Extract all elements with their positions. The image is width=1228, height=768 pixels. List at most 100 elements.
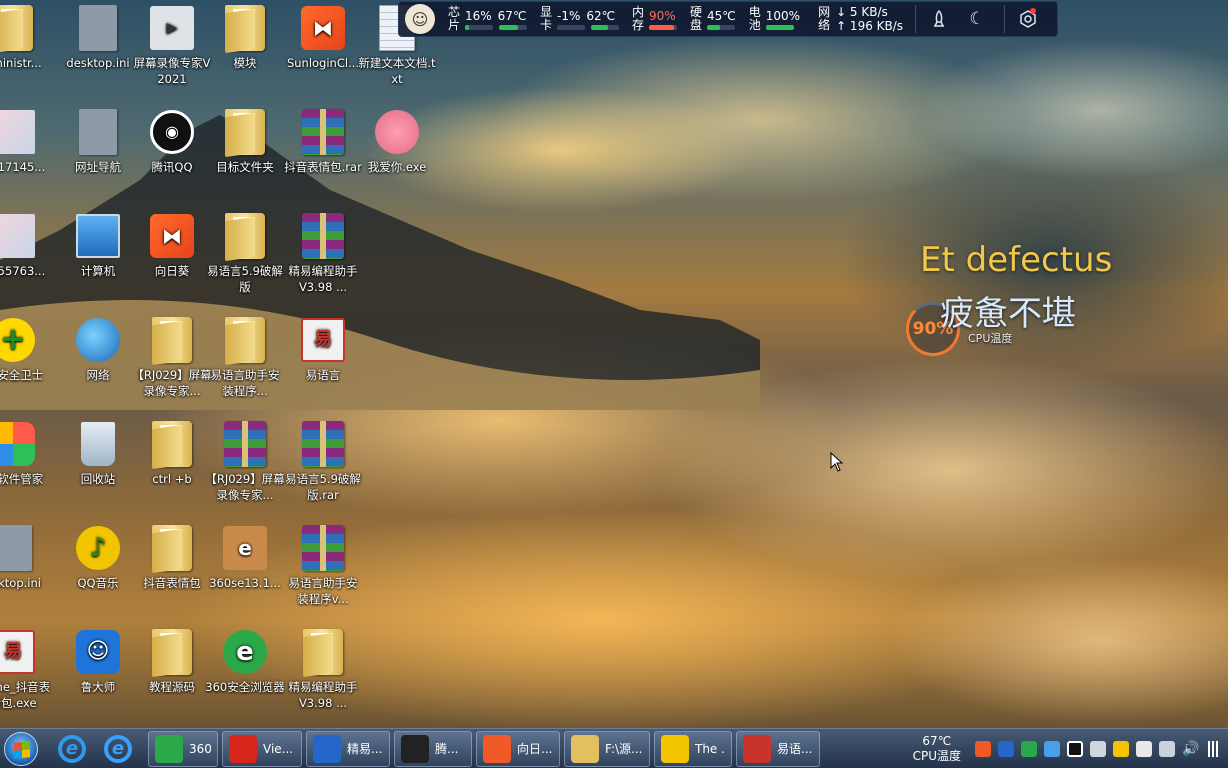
- desktop-icon[interactable]: ctrl +b: [134, 416, 210, 516]
- desktop-icon[interactable]: 精易编程助手 V3.98 ...: [285, 208, 361, 308]
- desktop-icon[interactable]: dministr...: [0, 0, 51, 100]
- monitor-cpu-usage-bar: [465, 24, 493, 30]
- desktop-icon[interactable]: ⧓ SunloginCl...: [285, 0, 361, 100]
- desktop-icon[interactable]: 回收站: [60, 416, 136, 516]
- taskbar-task[interactable]: Vie...: [222, 730, 302, 767]
- monitor-gpu: 显卡 -1% 62℃: [539, 6, 619, 32]
- desktop-icon[interactable]: 模块: [207, 0, 283, 100]
- desktop-icon-label: esktop.ini: [0, 576, 41, 590]
- pinned-ie[interactable]: e: [52, 731, 92, 767]
- desktop-icon-glyph: ⧓: [299, 4, 347, 52]
- network-signal-icon[interactable]: [1205, 741, 1221, 757]
- desktop-icon[interactable]: =317145...: [0, 104, 51, 204]
- tray-sunlogin-icon[interactable]: [975, 741, 991, 757]
- tray-action-center-icon[interactable]: [1159, 741, 1175, 757]
- desktop-icon-glyph: [74, 4, 122, 52]
- desktop-icon-glyph: e: [221, 524, 269, 572]
- desktop-icon-glyph: [0, 108, 37, 156]
- sunlogin-icon: ⧓: [150, 214, 194, 258]
- qq-penguin-icon: ◉: [150, 110, 194, 154]
- desktop-icon[interactable]: ☺ 鲁大师: [60, 624, 136, 724]
- desktop-icon[interactable]: 教程源码: [134, 624, 210, 724]
- monitor-net-down: ↓ 5 KB/s: [836, 5, 888, 19]
- monitor-mem-usage: 90%: [649, 8, 676, 23]
- taskbar-tasks: 360... Vie... 精易... 腾... 向日... F:\源... The ...…: [144, 730, 820, 767]
- desktop-icon[interactable]: 【RJ029】屏幕录像专家...: [132, 312, 212, 412]
- folder-icon: [225, 317, 265, 363]
- desktop-icon[interactable]: ⧓ 向日葵: [134, 208, 210, 308]
- rar-archive-icon: [302, 109, 344, 155]
- taskbar-task[interactable]: The ...: [654, 730, 732, 767]
- taskbar-task[interactable]: F:\源...: [564, 730, 650, 767]
- taskbar-task[interactable]: 腾...: [394, 730, 472, 767]
- start-button[interactable]: [4, 731, 38, 766]
- network-globe-icon: [76, 318, 120, 362]
- desktop-icon[interactable]: esktop.ini: [0, 520, 51, 620]
- desktop-icon[interactable]: desktop.ini: [60, 0, 136, 100]
- folder-icon: [571, 734, 599, 763]
- rocket-icon[interactable]: [924, 4, 954, 34]
- desktop-icon[interactable]: 抖音表情包.rar: [284, 104, 362, 204]
- folder-icon: [152, 525, 192, 571]
- desktop-icon-glyph: [74, 420, 122, 468]
- desktop-icon[interactable]: 我爱你.exe: [359, 104, 435, 204]
- desktop-icon[interactable]: 精易编程助手 V3.98 ...: [285, 624, 361, 724]
- monitor-divider-2: [1004, 5, 1006, 33]
- desktop-icon[interactable]: e 360se13.1...: [207, 520, 283, 620]
- desktop-icon[interactable]: 易语言助手安装程序v...: [285, 520, 361, 620]
- folder-icon: [225, 213, 265, 259]
- tray-qqmusic-icon[interactable]: [1113, 741, 1129, 757]
- desktop-icon[interactable]: ▶ 屏幕录像专家V2021: [134, 0, 210, 100]
- desktop-icon[interactable]: 抖音表情包: [134, 520, 210, 620]
- mouse-cursor-icon: [830, 452, 844, 472]
- taskbar-task[interactable]: 精易...: [306, 730, 390, 767]
- tray-usb-icon[interactable]: [1136, 741, 1152, 757]
- desktop-icon[interactable]: 【RJ029】屏幕录像专家...: [205, 416, 285, 516]
- monitor-avatar-icon[interactable]: ☺: [405, 4, 435, 34]
- settings-icon[interactable]: [1013, 4, 1043, 34]
- tray-cpu-temp[interactable]: 67℃ CPU温度: [913, 734, 961, 764]
- pinned-ie-alt[interactable]: e: [98, 731, 138, 767]
- desktop-icon[interactable]: 60软件管家: [0, 416, 51, 516]
- ie-icon: e: [58, 734, 86, 763]
- desktop-icon-label: 向日葵: [154, 264, 190, 278]
- taskbar-task[interactable]: 360...: [148, 730, 218, 767]
- monitor-cpu-usage: 16%: [465, 8, 492, 23]
- desktop-icon[interactable]: 易 cache_抖音表情包.exe: [0, 624, 51, 724]
- tray-360-icon[interactable]: [1021, 741, 1037, 757]
- desktop-icon[interactable]: 易易语言: [285, 312, 361, 412]
- tray-ludashi-icon[interactable]: [1044, 741, 1060, 757]
- desktop-icon[interactable]: +60安全卫士: [0, 312, 51, 412]
- 360-browser-icon: [155, 734, 183, 763]
- folder-icon: [225, 109, 265, 155]
- desktop-icon-glyph: [148, 420, 196, 468]
- taskbar-task[interactable]: 向日...: [476, 730, 560, 767]
- desktop-icon[interactable]: 网络: [60, 312, 136, 412]
- tray-jingyi-icon[interactable]: [998, 741, 1014, 757]
- desktop-icon-label: QQ音乐: [77, 576, 119, 590]
- rar-archive-icon: [302, 525, 344, 571]
- desktop-icon[interactable]: =155763...: [0, 208, 51, 308]
- desktop-icon-glyph: ◉: [148, 108, 196, 156]
- desktop-icon-glyph: [148, 628, 196, 676]
- volume-icon[interactable]: 🔊: [1182, 741, 1199, 757]
- tray-monitor-icon[interactable]: [1090, 741, 1106, 757]
- moon-icon[interactable]: ☾: [962, 4, 992, 34]
- system-monitor-bar[interactable]: ☺ 芯片 16% 67℃ 显卡 -1% 62℃ 内存 90% 硬盘 45℃ 电池…: [398, 1, 1058, 37]
- desktop-icon[interactable]: 易语言5.9破解版.rar: [285, 416, 361, 516]
- desktop-icon[interactable]: 网址导航: [60, 104, 136, 204]
- desktop-icon-glyph: [74, 316, 122, 364]
- desktop-icon[interactable]: 目标文件夹: [207, 104, 283, 204]
- desktop-icon[interactable]: e 360安全浏览器: [205, 624, 285, 724]
- taskbar-task[interactable]: 易语...: [736, 730, 820, 767]
- desktop-icon[interactable]: ♪ QQ音乐: [60, 520, 136, 620]
- monitor-network: 网络 ↓ 5 KB/s ↑ 196 KB/s: [818, 5, 903, 33]
- desktop-icon[interactable]: 计算机: [60, 208, 136, 308]
- desktop-icon[interactable]: 易语言5.9破解版: [207, 208, 283, 308]
- taskbar-task-label: 易语...: [777, 742, 813, 756]
- desktop-icon[interactable]: 易语言助手安装程序...: [207, 312, 283, 412]
- desktop-icon[interactable]: ◉ 腾讯QQ: [134, 104, 210, 204]
- desktop-icon-label: 60安全卫士: [0, 368, 44, 382]
- tray-qq-icon[interactable]: [1067, 741, 1083, 757]
- desktop-icon-label: 精易编程助手 V3.98 ...: [288, 680, 358, 710]
